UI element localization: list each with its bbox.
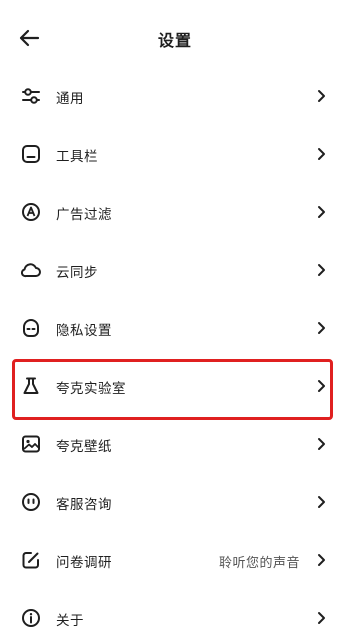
wallpaper-icon [20, 433, 42, 455]
settings-item-label: 广告过滤 [56, 207, 112, 223]
settings-item-label: 夸克壁纸 [56, 439, 112, 455]
settings-item-label: 客服咨询 [56, 497, 112, 513]
settings-item-privacy[interactable]: 隐私设置 [0, 299, 350, 357]
chevron-right-icon [318, 264, 325, 276]
settings-item-value: 聆听您的声音 [218, 556, 300, 571]
chevron-right-icon [318, 206, 325, 218]
support-face-icon [20, 491, 42, 513]
settings-item-cloud-sync[interactable]: 云同步 [0, 241, 350, 299]
chevron-right-icon [318, 322, 325, 334]
sliders-icon [20, 85, 42, 107]
settings-item-about[interactable]: 关于 [0, 589, 350, 633]
settings-item-label: 问卷调研 [56, 555, 112, 571]
header: 设置 [0, 0, 350, 72]
settings-item-label: 夸克实验室 [56, 381, 126, 397]
settings-item-toolbar[interactable]: 工具栏 [0, 125, 350, 183]
settings-item-survey[interactable]: 问卷调研 聆听您的声音 [0, 531, 350, 589]
settings-item-quark-lab[interactable]: 夸克实验室 [0, 357, 350, 415]
settings-item-label: 工具栏 [56, 149, 98, 165]
chevron-right-icon [318, 554, 325, 566]
settings-item-label: 通用 [56, 91, 84, 107]
chevron-right-icon [318, 438, 325, 450]
settings-screen: 设置 通用 工具栏 广告过滤 云同步 隐私设置 夸克实验室 夸克壁纸 客服咨询 … [0, 0, 350, 633]
ad-block-icon [20, 201, 42, 223]
toolbar-icon [20, 143, 42, 165]
chevron-right-icon [318, 496, 325, 508]
settings-item-label: 关于 [56, 613, 84, 629]
settings-item-label: 云同步 [56, 265, 98, 281]
chevron-right-icon [318, 612, 325, 624]
settings-item-general[interactable]: 通用 [0, 67, 350, 125]
info-icon [20, 607, 42, 629]
privacy-mask-icon [20, 317, 42, 339]
chevron-right-icon [318, 380, 325, 392]
chevron-right-icon [318, 90, 325, 102]
chevron-right-icon [318, 148, 325, 160]
settings-item-ad-filter[interactable]: 广告过滤 [0, 183, 350, 241]
flask-icon [20, 375, 42, 397]
survey-edit-icon [20, 549, 42, 571]
settings-item-customer-service[interactable]: 客服咨询 [0, 473, 350, 531]
page-title: 设置 [157, 31, 192, 50]
settings-item-label: 隐私设置 [56, 323, 112, 339]
settings-item-wallpaper[interactable]: 夸克壁纸 [0, 415, 350, 473]
settings-list: 通用 工具栏 广告过滤 云同步 隐私设置 夸克实验室 夸克壁纸 客服咨询 问卷调… [0, 67, 350, 633]
cloud-icon [20, 259, 42, 281]
